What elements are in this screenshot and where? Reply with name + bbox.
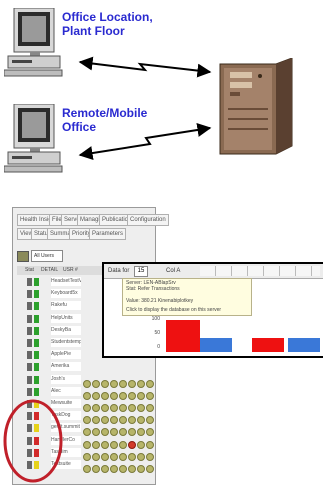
person-icon [27, 339, 32, 347]
bar-red-2[interactable] [252, 338, 284, 352]
status-indicator-icon [34, 351, 39, 360]
tooltip-line-4: Value: 380.21 Kinenabiplotkey [126, 298, 194, 304]
tooltip-line-6: Click to display the database on this se… [126, 307, 222, 313]
status-indicator-icon [34, 387, 39, 396]
status-dot-icon[interactable] [92, 465, 100, 473]
status-dot-icon[interactable] [83, 465, 91, 473]
status-indicator-icon [34, 326, 39, 335]
row-user-name: HelpUnits [51, 313, 81, 323]
bar-blue-1[interactable] [200, 338, 232, 352]
status-indicator-icon [34, 375, 39, 384]
status-indicator-icon [34, 339, 39, 347]
tab-parameters[interactable]: Parameters [89, 228, 127, 240]
row-status-dots [83, 436, 167, 449]
person-icon [27, 351, 32, 360]
status-dot-icon[interactable] [137, 465, 145, 473]
row-status-dots [83, 423, 167, 437]
table-row[interactable]: Josh's [17, 374, 154, 388]
status-indicator-icon [34, 363, 39, 372]
row-user-name: Keyboard5x [51, 289, 81, 299]
y-tick-0: 0 [157, 344, 160, 350]
status-dot-icon[interactable] [101, 465, 109, 473]
bar-blue-2[interactable] [288, 338, 320, 352]
y-tick-50: 50 [154, 330, 160, 336]
status-dot-icon[interactable] [110, 465, 118, 473]
popup-tooltip: Server: LEN-ABlapSrv Stat: Refer Transac… [122, 278, 252, 316]
row-user-name: Rakefu [51, 301, 81, 311]
row-user-name: ApplePie [51, 350, 81, 360]
column-header-detail[interactable]: DETAIL [41, 266, 58, 275]
status-indicator-icon [34, 290, 39, 299]
status-dot-icon[interactable] [119, 465, 127, 473]
row-user-name: Studentstemp [51, 338, 81, 347]
row-status-dots [83, 448, 167, 461]
alert-highlight-ellipse [3, 399, 63, 483]
person-icon [27, 326, 32, 335]
server-icon [214, 58, 296, 158]
tab-strip-2: View Status Summary Priority Parameters [17, 228, 157, 240]
bar-red-1[interactable] [166, 320, 200, 352]
group-icon[interactable] [17, 251, 29, 262]
row-user-name: Amerika [51, 362, 81, 372]
row-status-dots [83, 375, 167, 388]
person-icon [27, 314, 32, 323]
row-user-name: HeadsetTestVa [51, 277, 81, 286]
person-icon [27, 290, 32, 299]
person-icon [27, 363, 32, 372]
person-icon [27, 302, 32, 311]
person-icon [27, 278, 32, 286]
popup-grid-cells [200, 266, 320, 276]
table-row[interactable]: Amerika [17, 361, 125, 372]
popup-y-axis: 100 50 0 [142, 316, 162, 354]
row-status-dots [83, 411, 167, 425]
table-row[interactable]: Alec [17, 386, 154, 400]
person-icon [27, 375, 32, 384]
row-status-dots [83, 399, 167, 412]
status-dot-icon[interactable] [128, 465, 136, 473]
row-status-dots [83, 387, 167, 400]
row-status-dots [83, 460, 167, 473]
popup-toolbar: Data for 15 Col A [104, 264, 323, 279]
status-indicator-icon [34, 302, 39, 311]
row-user-name: Josh's [51, 374, 81, 384]
column-header-usr[interactable]: USR # [63, 266, 78, 275]
y-tick-100: 100 [151, 316, 160, 322]
row-user-name: Alec [51, 386, 81, 396]
status-indicator-icon [34, 314, 39, 323]
column-header-stat[interactable]: Stat [25, 266, 34, 275]
detail-popup: Data for 15 Col A Server: LEN-ABlapSrv S… [102, 262, 323, 358]
popup-data-for: Data for [108, 268, 130, 274]
popup-period-input[interactable]: 15 [134, 266, 148, 277]
office-link-arrow [78, 56, 212, 78]
tooltip-line-2: Stat: Refer Transactions [126, 286, 180, 292]
row-user-name: DeskyBa [51, 325, 81, 335]
status-dot-icon[interactable] [146, 465, 154, 473]
status-indicator-icon [34, 278, 39, 286]
person-icon [27, 387, 32, 396]
tab-strip-1: Health Insight File Server Managing Publ… [17, 214, 169, 226]
user-filter-select[interactable]: All Users [31, 250, 63, 262]
remote-link-arrow [78, 123, 212, 160]
popup-column-select[interactable]: Col A [166, 266, 180, 276]
toolbar: All Users [17, 250, 151, 262]
tab-configuration[interactable]: Configuration [127, 214, 169, 226]
